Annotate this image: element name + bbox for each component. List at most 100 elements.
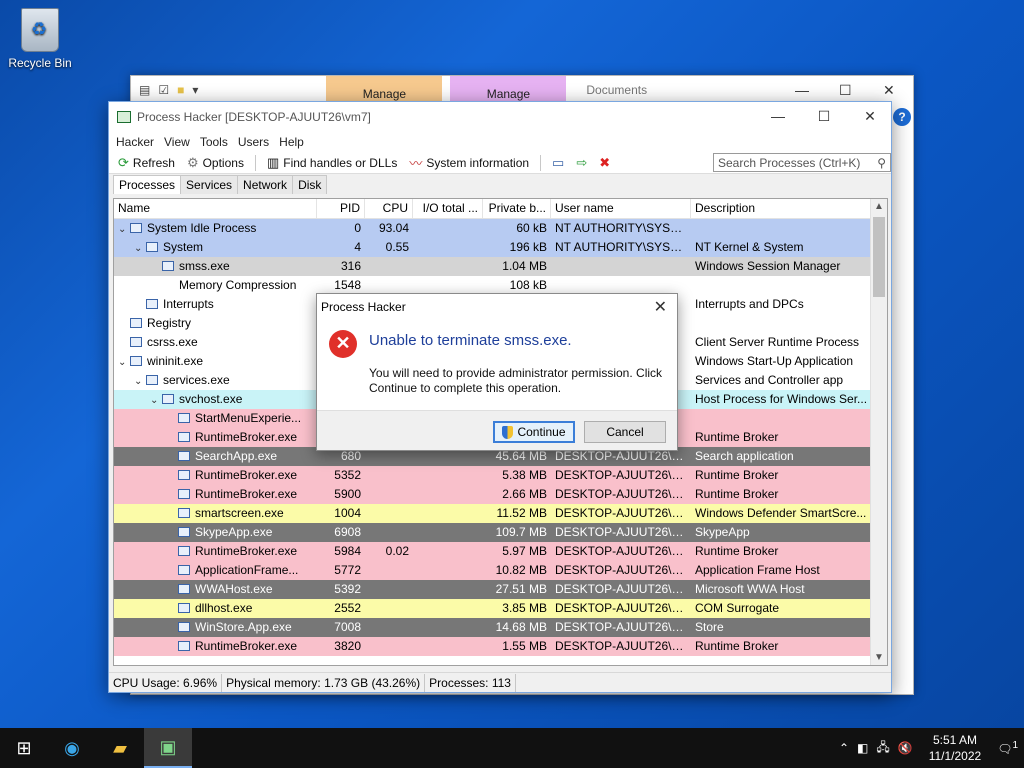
process-cpu-cell: [365, 599, 413, 618]
tab-network[interactable]: Network: [237, 175, 294, 194]
scroll-down-icon[interactable]: ▼: [874, 652, 884, 663]
explorer-maximize-icon[interactable]: ☐: [839, 82, 852, 99]
chevron-up-icon[interactable]: ⌃: [839, 741, 849, 755]
process-icon: [130, 223, 142, 233]
network-icon[interactable]: 🖧: [876, 738, 889, 759]
search-input[interactable]: Search Processes (Ctrl+K) ⚲: [713, 153, 891, 172]
close-icon[interactable]: ✕: [847, 102, 893, 132]
tab-services[interactable]: Services: [180, 175, 239, 194]
table-row[interactable]: smss.exe 316 1.04 MB Windows Session Manage…: [114, 257, 887, 276]
column-cpu[interactable]: CPU: [365, 199, 413, 218]
expand-chevron-icon[interactable]: ⌄: [118, 353, 130, 371]
recycle-bin-icon[interactable]: Recycle Bin: [8, 8, 72, 70]
process-name-cell: ⌄ svchost.exe: [114, 390, 317, 409]
tab-disk[interactable]: Disk: [292, 175, 328, 194]
table-row[interactable]: WinStore.App.exe 7008 14.68 MB DESKTOP-AJUU…: [114, 618, 887, 637]
process-desc-cell: Store: [695, 620, 724, 634]
options-button[interactable]: ⚙ Options: [182, 153, 249, 173]
table-row[interactable]: RuntimeBroker.exe 5984 0.02 5.97 MB DESKTOP-…: [114, 542, 887, 561]
minimize-icon[interactable]: —: [755, 102, 801, 132]
process-io-cell: [413, 523, 483, 542]
process-desc-cell: Windows Session Manager: [695, 259, 841, 273]
column-pid[interactable]: PID: [317, 199, 365, 218]
column-user-name[interactable]: User name: [551, 199, 691, 218]
menu-tools[interactable]: Tools: [195, 135, 233, 149]
window-button[interactable]: ▭: [547, 153, 569, 173]
tab-manage-1[interactable]: Manage: [326, 76, 443, 104]
process-name: WinStore.App.exe: [195, 620, 292, 634]
terminate-button[interactable]: ✖: [594, 153, 615, 173]
maximize-icon[interactable]: ☐: [801, 102, 847, 132]
explorer-title: Documents: [586, 83, 648, 97]
error-dialog[interactable]: Process Hacker ✕ ✕ Unable to terminate s…: [316, 293, 678, 451]
search-icon: ⚲: [877, 155, 886, 170]
table-row[interactable]: smartscreen.exe 1004 11.52 MB DESKTOP-AJUUT…: [114, 504, 887, 523]
vertical-scrollbar[interactable]: ▲ ▼: [870, 199, 887, 665]
column-name[interactable]: Name: [114, 199, 317, 218]
menu-users[interactable]: Users: [233, 135, 274, 149]
taskbar-process-hacker[interactable]: ▣: [144, 728, 192, 768]
menu-help[interactable]: Help: [274, 135, 309, 149]
table-row[interactable]: dllhost.exe 2552 3.85 MB DESKTOP-AJUUT26\vm…: [114, 599, 887, 618]
explorer-minimize-icon[interactable]: —: [795, 82, 809, 98]
expand-chevron-icon[interactable]: ⌄: [134, 239, 146, 257]
notification-icon[interactable]: 🗨1: [997, 740, 1018, 756]
cancel-button[interactable]: Cancel: [584, 421, 666, 443]
scroll-thumb[interactable]: [873, 217, 885, 297]
expand-chevron-icon[interactable]: ⌄: [134, 372, 146, 390]
clock[interactable]: 5:51 AM 11/1/2022: [921, 732, 990, 764]
column-private-bytes[interactable]: Private b...: [483, 199, 551, 218]
table-row[interactable]: RuntimeBroker.exe 5352 5.38 MB DESKTOP-AJUU…: [114, 466, 887, 485]
tab-manage-2[interactable]: Manage: [450, 76, 567, 104]
table-row[interactable]: RuntimeBroker.exe 5900 2.66 MB DESKTOP-AJUU…: [114, 485, 887, 504]
start-button[interactable]: ⊞: [0, 728, 48, 768]
find-handles-button[interactable]: ▥ Find handles or DLLs: [262, 153, 402, 173]
explorer-close-icon[interactable]: ✕: [883, 82, 895, 99]
refresh-button[interactable]: ⟳ Refresh: [113, 153, 180, 173]
process-desc-cell: Services and Controller app: [695, 373, 844, 387]
table-row[interactable]: ⌄ System Idle Process 0 93.04 60 kB NT AUTHOR…: [114, 219, 887, 238]
taskbar-explorer[interactable]: ▰: [96, 728, 144, 768]
menu-view[interactable]: View: [159, 135, 195, 149]
table-row[interactable]: SkypeApp.exe 6908 109.7 MB DESKTOP-AJUUT26\…: [114, 523, 887, 542]
toolbar-divider-2: [540, 154, 542, 171]
dialog-close-icon[interactable]: ✕: [654, 297, 667, 317]
system-information-button[interactable]: 〰 System information: [404, 153, 534, 173]
explorer-dropdown-icon[interactable]: ▾: [192, 83, 198, 97]
meet-now-icon[interactable]: ◧: [857, 741, 868, 755]
expand-chevron-icon[interactable]: ⌄: [118, 220, 130, 238]
table-row[interactable]: RuntimeBroker.exe 3820 1.55 MB DESKTOP-AJUU…: [114, 637, 887, 656]
process-name: wininit.exe: [147, 354, 204, 368]
column-description[interactable]: Description: [691, 199, 872, 218]
process-name: csrss.exe: [147, 335, 198, 349]
process-name-cell: dllhost.exe: [114, 599, 317, 618]
find-handles-label: Find handles or DLLs: [283, 155, 398, 170]
process-io-cell: [413, 618, 483, 637]
column-io[interactable]: I/O total ...: [413, 199, 483, 218]
expand-chevron-icon[interactable]: ⌄: [150, 391, 162, 409]
taskbar-edge[interactable]: ◉: [48, 728, 96, 768]
volume-muted-icon[interactable]: 🔇: [898, 741, 913, 755]
edge-icon: ◉: [64, 737, 80, 758]
table-row[interactable]: ApplicationFrame... 5772 10.82 MB DESKTOP-A…: [114, 561, 887, 580]
process-name-cell: RuntimeBroker.exe: [114, 485, 317, 504]
process-pid-cell: 5772: [334, 563, 361, 577]
process-user-cell: DESKTOP-AJUUT26\vm7: [555, 563, 691, 577]
menu-hacker[interactable]: Hacker: [111, 135, 159, 149]
process-name: Memory Compression: [179, 278, 297, 292]
process-name-cell: ⌄ wininit.exe: [114, 352, 317, 371]
process-name-cell: Memory Compression: [114, 276, 317, 295]
help-icon[interactable]: ?: [893, 108, 911, 126]
table-row[interactable]: WWAHost.exe 5392 27.51 MB DESKTOP-AJUUT26\v…: [114, 580, 887, 599]
scroll-up-icon[interactable]: ▲: [874, 201, 884, 212]
go-button[interactable]: ⇨: [571, 153, 592, 173]
refresh-label: Refresh: [132, 155, 175, 170]
process-pid-cell: 5392: [334, 582, 361, 596]
process-name-cell: ⌄ System: [114, 238, 317, 257]
tab-processes[interactable]: Processes: [113, 175, 182, 194]
process-icon: [130, 318, 142, 328]
process-name: Interrupts: [163, 297, 214, 311]
continue-button[interactable]: Continue: [493, 421, 575, 443]
window-icon: ▭: [552, 154, 565, 170]
table-row[interactable]: ⌄ System 4 0.55 196 kB NT AUTHORITY\SYSTEM NT …: [114, 238, 887, 257]
